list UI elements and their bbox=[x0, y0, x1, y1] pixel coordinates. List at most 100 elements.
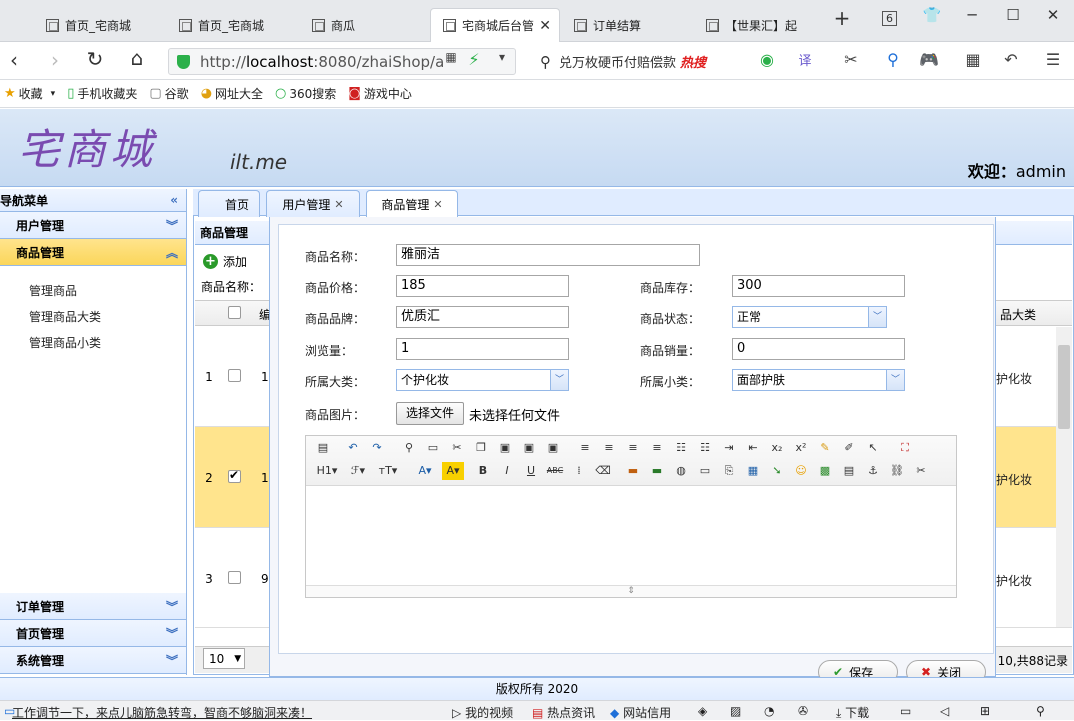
menu-icon[interactable]: ☰ bbox=[1042, 50, 1064, 69]
emoticon-icon[interactable]: ☺ bbox=[792, 462, 810, 480]
game-controller-icon[interactable]: 🎮 bbox=[918, 50, 940, 69]
ordered-list-icon[interactable]: ☷ bbox=[672, 439, 690, 457]
bold-icon[interactable]: B bbox=[474, 462, 492, 480]
product-stock-input[interactable]: 300 bbox=[732, 275, 905, 297]
paste-word-icon[interactable]: ▣ bbox=[544, 439, 562, 457]
tab-count-badge[interactable]: 6 bbox=[882, 11, 897, 26]
bookmark-google[interactable]: ▢ 谷歌 bbox=[149, 85, 188, 102]
insert-multi-image-icon[interactable]: ▬ bbox=[648, 462, 666, 480]
close-tab-icon[interactable]: ✕ bbox=[334, 198, 343, 211]
views-input[interactable]: 1 bbox=[396, 338, 569, 360]
font-size-icon[interactable]: тT▾ bbox=[376, 462, 400, 480]
bookmark-directory[interactable]: ◕ 网址大全 bbox=[201, 85, 263, 102]
row-checkbox-checked[interactable] bbox=[228, 468, 241, 483]
product-name-input[interactable]: 雅丽洁 bbox=[396, 244, 700, 266]
product-status-select[interactable]: 正常 ﹀ bbox=[732, 306, 887, 328]
product-price-input[interactable]: 185 bbox=[396, 275, 569, 297]
row-checkbox[interactable] bbox=[228, 369, 241, 382]
superscript-icon[interactable]: x² bbox=[792, 439, 810, 457]
browser-tab[interactable]: 首页_宅商城 bbox=[167, 8, 300, 42]
undo-icon[interactable]: ↶ bbox=[344, 439, 362, 457]
eraser-icon[interactable]: ⌫ bbox=[594, 462, 612, 480]
browser-tab[interactable]: 首页_宅商城 bbox=[34, 8, 167, 42]
fullscreen-icon[interactable]: ⛶ bbox=[896, 439, 914, 457]
align-center-icon[interactable]: ≡ bbox=[600, 439, 618, 457]
link-icon[interactable]: ⛓ bbox=[888, 462, 906, 480]
sidebar-item-manage-small-category[interactable]: 管理商品小类 bbox=[0, 329, 186, 355]
search-icon[interactable]: ⚲ bbox=[1036, 704, 1045, 718]
row-checkbox[interactable] bbox=[228, 571, 241, 584]
outdent-icon[interactable]: ⇤ bbox=[744, 439, 762, 457]
status-item-download[interactable]: ⤓ 下载 bbox=[836, 704, 869, 721]
home-icon[interactable]: ⌂ bbox=[125, 46, 149, 70]
status-item-credit[interactable]: ◆ 网站信用 bbox=[610, 704, 671, 721]
anchor-icon[interactable]: ⚓ bbox=[864, 462, 882, 480]
sidebar-group-homepage[interactable]: 首页管理 ︾ bbox=[0, 620, 186, 647]
highlight-icon[interactable]: A▾ bbox=[442, 462, 464, 480]
grid-apps-icon[interactable]: ▦ bbox=[962, 50, 984, 69]
font-color-icon[interactable]: A▾ bbox=[414, 462, 436, 480]
status-ticker-text[interactable]: 工作调节一下，来点儿脑筋急转弯，智商不够脑洞来凑！ bbox=[12, 704, 312, 721]
preview-icon[interactable]: ⚲ bbox=[400, 439, 418, 457]
security-icon[interactable]: ◈ bbox=[698, 704, 707, 718]
table-icon[interactable]: ▦ bbox=[744, 462, 762, 480]
clear-format-icon[interactable]: ✎ bbox=[816, 439, 834, 457]
align-right-icon[interactable]: ≡ bbox=[624, 439, 642, 457]
insert-image-icon[interactable]: ▬ bbox=[624, 462, 642, 480]
close-tab-icon[interactable]: ✕ bbox=[433, 198, 442, 211]
tab-user-management[interactable]: 用户管理 ✕ bbox=[266, 190, 360, 217]
status-item-news[interactable]: ▤ 热点资讯 bbox=[532, 704, 595, 721]
scissors-icon[interactable]: ✂ bbox=[840, 50, 862, 69]
shirt-icon[interactable]: 👕 bbox=[922, 6, 942, 24]
page-size-select[interactable]: 10 ▼ bbox=[203, 648, 245, 669]
add-button[interactable]: + 添加 bbox=[195, 248, 275, 274]
zoom-icon[interactable]: ⊞ bbox=[980, 704, 990, 718]
magnifier-icon[interactable]: ⚲ bbox=[882, 50, 904, 69]
browser-tab[interactable]: 订单结算 bbox=[562, 8, 692, 42]
collapse-sidebar-icon[interactable]: « bbox=[170, 193, 178, 207]
sound-icon[interactable]: ◁ bbox=[940, 704, 949, 718]
back-icon[interactable]: ‹ bbox=[2, 48, 26, 72]
forward-icon[interactable]: › bbox=[43, 48, 67, 72]
browser-tab[interactable]: 【世果汇】起 bbox=[694, 8, 824, 42]
translate-icon[interactable]: 译 bbox=[794, 50, 816, 69]
lightning-icon[interactable]: ⚡ bbox=[463, 50, 485, 69]
browser-tab[interactable]: 商瓜 bbox=[300, 8, 430, 42]
wechat-icon[interactable]: ◉ bbox=[756, 50, 778, 69]
dropdown-arrow-icon[interactable]: ▾ bbox=[491, 50, 513, 64]
sidebar-group-users[interactable]: 用户管理 ︾ bbox=[0, 212, 186, 239]
undo-icon[interactable]: ↶ bbox=[1000, 50, 1022, 69]
redo-icon[interactable]: ↷ bbox=[368, 439, 386, 457]
window-icon[interactable]: ▭ bbox=[900, 704, 911, 718]
choose-file-button[interactable]: 选择文件 bbox=[396, 402, 464, 425]
sidebar-item-manage-big-category[interactable]: 管理商品大类 bbox=[0, 303, 186, 329]
flash-icon[interactable]: ◍ bbox=[672, 462, 690, 480]
italic-icon[interactable]: I bbox=[498, 462, 516, 480]
select-all-checkbox[interactable] bbox=[228, 306, 241, 319]
tab-home[interactable]: 首页 bbox=[198, 190, 260, 217]
underline-icon[interactable]: U bbox=[522, 462, 540, 480]
browser-search-box[interactable]: ⚲ 兑万枚硬币付赔偿款 热搜 bbox=[534, 48, 740, 75]
cut-icon[interactable]: ✂ bbox=[448, 439, 466, 457]
page-break-icon[interactable]: ▤ bbox=[840, 462, 858, 480]
align-left-icon[interactable]: ≡ bbox=[576, 439, 594, 457]
attachment-icon[interactable]: ⎘ bbox=[720, 462, 738, 480]
copy-icon[interactable]: ❐ bbox=[472, 439, 490, 457]
source-icon[interactable]: ▤ bbox=[314, 439, 332, 457]
media-icon[interactable]: ▭ bbox=[696, 462, 714, 480]
bookmark-mobile[interactable]: ▯ 手机收藏夹 bbox=[67, 85, 137, 102]
browser-tab-active[interactable]: 宅商城后台管 ✕ bbox=[430, 8, 560, 42]
maximize-icon[interactable]: ☐ bbox=[1003, 6, 1023, 24]
sales-input[interactable]: 0 bbox=[732, 338, 905, 360]
horizontal-rule-icon[interactable]: ➘ bbox=[768, 462, 786, 480]
small-category-select[interactable]: 面部护肤 ﹀ bbox=[732, 369, 905, 391]
spellcheck-icon[interactable]: ✐ bbox=[840, 439, 858, 457]
tools-icon[interactable]: ✇ bbox=[798, 704, 808, 718]
image-icon[interactable]: ▨ bbox=[730, 704, 741, 718]
reload-icon[interactable]: ↻ bbox=[83, 47, 107, 71]
big-category-select[interactable]: 个护化妆 ﹀ bbox=[396, 369, 569, 391]
sidebar-group-system[interactable]: 系统管理 ︾ bbox=[0, 647, 186, 674]
paste-icon[interactable]: ▣ bbox=[496, 439, 514, 457]
qr-code-icon[interactable]: ▦ bbox=[440, 50, 462, 64]
sidebar-group-products[interactable]: 商品管理 ︽ bbox=[0, 239, 186, 266]
